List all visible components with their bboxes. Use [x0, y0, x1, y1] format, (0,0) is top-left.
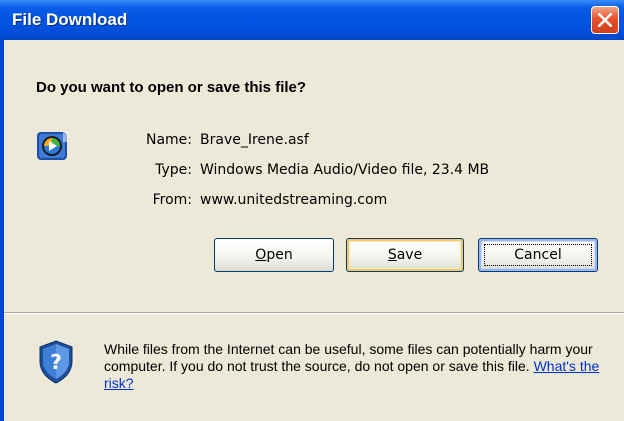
title-bar[interactable]: File Download: [0, 0, 624, 40]
open-button[interactable]: Open: [214, 238, 334, 272]
dialog-heading: Do you want to open or save this file?: [36, 79, 307, 96]
svg-text:?: ?: [50, 350, 62, 374]
close-button[interactable]: [591, 6, 619, 34]
save-button-label: Save: [387, 247, 423, 263]
open-button-label: Open: [255, 247, 293, 263]
warning-text: While files from the Internet can be use…: [104, 341, 593, 374]
file-type-value: Windows Media Audio/Video file, 23.4 MB: [200, 162, 490, 178]
window-title: File Download: [12, 10, 128, 29]
warning-message: While files from the Internet can be use…: [104, 341, 609, 392]
file-name-value: Brave_Irene.asf: [200, 132, 309, 148]
close-icon: [598, 13, 612, 27]
security-shield-icon: ?: [36, 339, 76, 389]
type-label: Type:: [155, 162, 192, 178]
file-download-dialog: File Download Do you want to open or sav…: [0, 0, 624, 421]
name-label: Name:: [145, 132, 192, 148]
save-button[interactable]: Save: [346, 238, 464, 272]
file-source-value: www.unitedstreaming.com: [200, 192, 388, 208]
cancel-button[interactable]: Cancel: [478, 238, 598, 272]
from-label: From:: [152, 192, 192, 208]
focus-rectangle: [484, 244, 592, 266]
